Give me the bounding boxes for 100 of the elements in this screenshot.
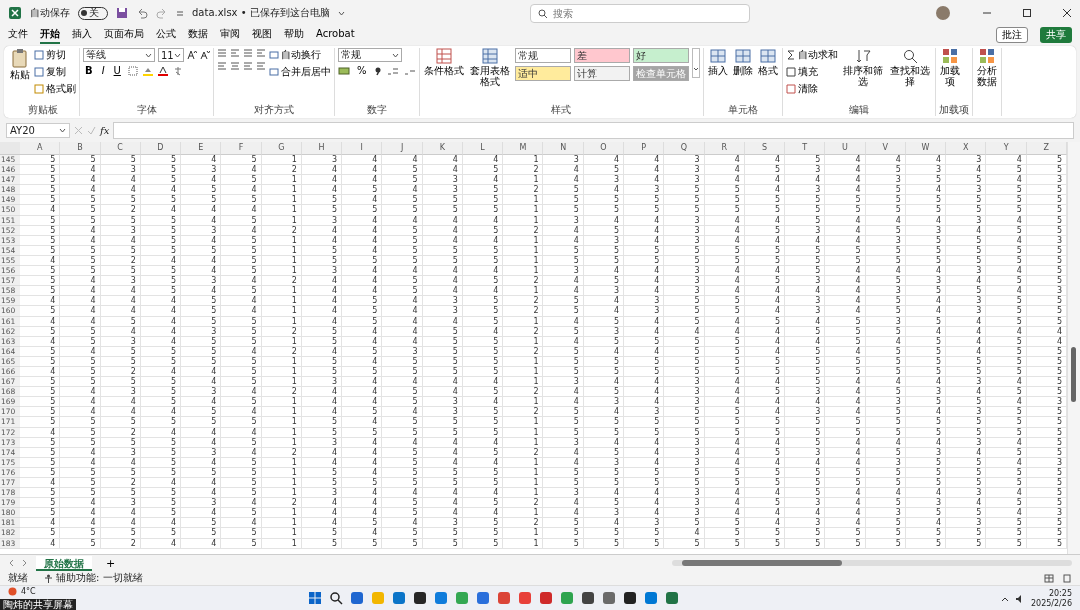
ribbon-tab[interactable]: 开始: [40, 25, 60, 44]
column-header[interactable]: Q: [664, 142, 705, 155]
ribbon-tab[interactable]: 视图: [252, 25, 272, 44]
check-icon[interactable]: [87, 125, 96, 135]
cell-style-swatch[interactable]: 适中: [514, 66, 571, 81]
insert-function-button[interactable]: fx: [100, 124, 110, 136]
undo-icon[interactable]: [136, 7, 148, 19]
tray-overflow-icon[interactable]: [1000, 595, 1009, 602]
column-header[interactable]: M: [503, 142, 544, 155]
grow-font-icon[interactable]: [187, 50, 197, 60]
paste-button[interactable]: 粘贴: [9, 48, 31, 80]
column-header[interactable]: T: [785, 142, 826, 155]
clipboard-action[interactable]: 格式刷: [34, 82, 76, 96]
add-sheet-button[interactable]: +: [100, 555, 122, 571]
app-icon[interactable]: [581, 591, 595, 605]
save-icon[interactable]: [116, 7, 128, 19]
number-format-field[interactable]: 常规: [338, 48, 402, 62]
column-header[interactable]: H: [301, 142, 343, 155]
align-icon[interactable]: [243, 48, 253, 58]
column-header[interactable]: W: [905, 142, 947, 155]
column-header[interactable]: G: [261, 142, 302, 155]
column-header[interactable]: N: [543, 142, 584, 155]
formula-input[interactable]: [113, 121, 1074, 139]
column-header[interactable]: S: [744, 142, 786, 155]
ribbon-tab[interactable]: 文件: [8, 25, 28, 44]
format-button[interactable]: I: [99, 65, 107, 76]
ribbon-tab[interactable]: 数据: [188, 25, 208, 44]
align-icon[interactable]: [256, 48, 266, 58]
comments-button[interactable]: 批注: [996, 26, 1028, 43]
vertical-scrollbar[interactable]: [1067, 142, 1080, 554]
align-icon[interactable]: [243, 61, 253, 71]
customize-toolbar-icon[interactable]: [176, 9, 184, 17]
clipboard-action[interactable]: 复制: [34, 65, 76, 79]
align-icon[interactable]: [230, 61, 240, 71]
styles-command[interactable]: 套用表格格式: [467, 48, 512, 87]
name-box[interactable]: AY20: [6, 122, 70, 138]
column-header[interactable]: Y: [986, 142, 1027, 155]
next-sheet-icon[interactable]: [22, 559, 28, 567]
percent-button[interactable]: %: [355, 65, 369, 76]
maximize-icon[interactable]: [1022, 8, 1032, 18]
horizontal-scrollbar[interactable]: [672, 560, 1072, 566]
column-header[interactable]: J: [382, 142, 423, 155]
alignment-action[interactable]: 自动换行: [269, 48, 331, 62]
increase-decimal-icon[interactable]: [386, 65, 399, 76]
chevron-down-icon[interactable]: [145, 52, 152, 58]
column-header[interactable]: K: [422, 142, 463, 155]
column-header[interactable]: X: [946, 142, 987, 155]
cells-command[interactable]: 插入: [706, 48, 729, 76]
ribbon-tab[interactable]: 审阅: [220, 25, 240, 44]
accessibility-status[interactable]: 辅助功能: 一切就绪: [56, 571, 143, 585]
ribbon-tab[interactable]: 帮助: [284, 25, 304, 44]
comma-style-icon[interactable]: [373, 65, 382, 76]
align-icon[interactable]: [217, 61, 227, 71]
editing-action[interactable]: 自动求和: [785, 48, 838, 62]
clipboard-action[interactable]: 剪切: [34, 48, 76, 62]
previous-sheet-icon[interactable]: [8, 559, 14, 567]
share-button[interactable]: 共享: [1040, 26, 1072, 43]
borders-icon[interactable]: [127, 65, 138, 76]
editing-command[interactable]: 查找和选择: [887, 48, 932, 87]
file-title[interactable]: data.xlsx • 已保存到这台电脑: [192, 6, 330, 20]
chevron-down-icon[interactable]: [59, 127, 66, 133]
addin-command[interactable]: 分析数据: [975, 48, 998, 87]
column-header[interactable]: D: [140, 142, 182, 155]
font-color-icon[interactable]: [157, 65, 168, 76]
format-button[interactable]: U: [111, 65, 123, 76]
sheet-tab[interactable]: 原始数据: [36, 555, 92, 571]
chevron-down-icon[interactable]: [392, 52, 399, 58]
clock-date[interactable]: 2025/2/26: [1030, 598, 1072, 609]
cell-style-swatch[interactable]: 计算: [573, 66, 630, 81]
format-button[interactable]: B: [83, 65, 95, 76]
align-icon[interactable]: [256, 61, 266, 71]
ribbon-tab[interactable]: Acrobat: [316, 27, 355, 42]
close-icon[interactable]: [1062, 8, 1072, 18]
shrink-font-icon[interactable]: [200, 50, 210, 60]
start-icon[interactable]: [308, 591, 322, 605]
ribbon-tab[interactable]: 页面布局: [104, 25, 144, 44]
ribbon-tab[interactable]: 公式: [156, 25, 176, 44]
excel-icon[interactable]: [8, 6, 22, 20]
app-icon[interactable]: [413, 591, 427, 605]
styles-command[interactable]: 条件格式: [422, 48, 465, 76]
align-icon[interactable]: [230, 48, 240, 58]
font-name-field[interactable]: 等线: [83, 48, 155, 62]
font-size-field[interactable]: 11: [158, 48, 184, 62]
currency-icon[interactable]: [338, 65, 350, 76]
column-header[interactable]: V: [865, 142, 906, 155]
file-menu-chevron-icon[interactable]: [337, 10, 345, 16]
column-header[interactable]: E: [181, 142, 222, 155]
cell-style-swatch[interactable]: 常规: [514, 48, 571, 63]
normal-view-icon[interactable]: [1044, 573, 1054, 583]
app-icon[interactable]: [623, 591, 637, 605]
column-header[interactable]: L: [462, 142, 504, 155]
column-header[interactable]: O: [583, 142, 625, 155]
editing-command[interactable]: 排序和筛选: [840, 48, 885, 87]
page-layout-icon[interactable]: [1062, 573, 1072, 583]
clock-time[interactable]: 20:25: [1048, 588, 1072, 599]
cells-command[interactable]: 删除: [731, 48, 754, 76]
column-header[interactable]: A: [20, 142, 61, 155]
alignment-action[interactable]: 合并后居中: [269, 65, 331, 79]
column-header[interactable]: R: [704, 142, 745, 155]
search-field[interactable]: 搜索: [530, 3, 751, 23]
